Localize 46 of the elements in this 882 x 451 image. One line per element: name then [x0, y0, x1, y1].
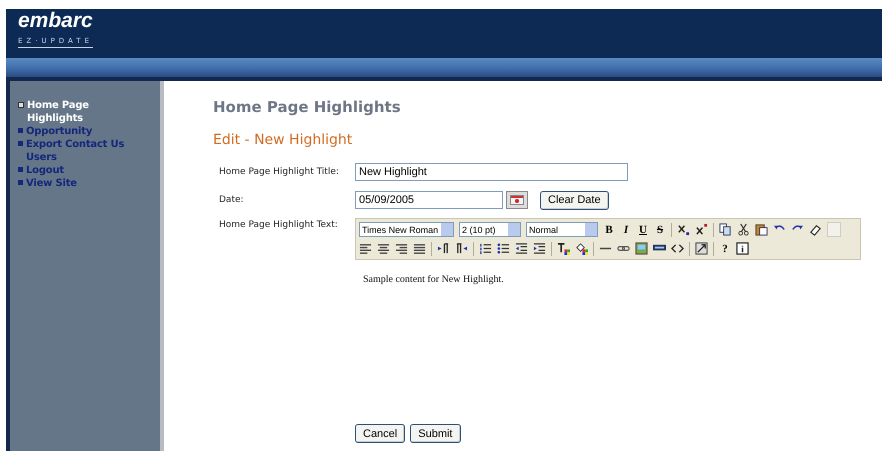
- calendar-button[interactable]: [506, 191, 528, 209]
- justify-icon[interactable]: [413, 242, 426, 255]
- logo: embarc: [18, 9, 94, 33]
- paste-icon[interactable]: [755, 223, 768, 236]
- size-select[interactable]: 2 (10 pt): [459, 222, 521, 237]
- align-right-icon[interactable]: [395, 242, 408, 255]
- font-select[interactable]: Times New Roman: [359, 222, 454, 237]
- left-to-right-icon[interactable]: [437, 242, 450, 255]
- help-button[interactable]: ?: [719, 242, 731, 256]
- field-label: Home Page Highlight Text:: [218, 219, 339, 232]
- cut-icon[interactable]: [737, 223, 750, 236]
- eraser-icon[interactable]: [809, 223, 822, 236]
- submit-button[interactable]: Submit: [410, 424, 460, 443]
- numbered-list-icon[interactable]: [479, 242, 492, 255]
- fullscreen-icon[interactable]: [695, 242, 708, 255]
- field-label: Date:: [218, 194, 245, 207]
- superscript-icon[interactable]: [695, 223, 708, 236]
- sidebar-item[interactable]: Home Page Highlights: [18, 99, 160, 125]
- cancel-button[interactable]: Cancel: [355, 424, 406, 443]
- date-field[interactable]: 05/09/2005: [355, 191, 503, 209]
- fill-color-icon[interactable]: [575, 242, 588, 255]
- page-subtitle: Edit - New Highlight: [213, 132, 354, 150]
- calendar-icon: [510, 195, 524, 205]
- text-color-icon[interactable]: [557, 242, 570, 255]
- image-icon[interactable]: [635, 242, 648, 255]
- strikethrough-button[interactable]: S: [654, 222, 666, 236]
- info-icon[interactable]: [736, 242, 749, 255]
- subscript-icon[interactable]: [677, 223, 690, 236]
- format-select[interactable]: Normal: [526, 222, 598, 237]
- code-icon[interactable]: [671, 242, 684, 255]
- title-field[interactable]: New Highlight: [355, 163, 628, 181]
- copy-icon[interactable]: [719, 223, 732, 236]
- bullet-list-icon[interactable]: [497, 242, 510, 255]
- editor-area[interactable]: Sample content for New Highlight.: [355, 260, 861, 416]
- editor-content: Sample content for New Highlight.: [363, 274, 505, 285]
- bold-button[interactable]: B: [603, 222, 615, 236]
- page-title: Home Page Highlights: [213, 98, 402, 118]
- clear-date-button[interactable]: Clear Date: [540, 190, 609, 210]
- field-label: Home Page Highlight Title:: [218, 166, 340, 179]
- underline-button[interactable]: U: [637, 222, 649, 236]
- outdent-icon[interactable]: [515, 242, 528, 255]
- align-center-icon[interactable]: [377, 242, 390, 255]
- align-left-icon[interactable]: [359, 242, 372, 255]
- italic-button[interactable]: I: [620, 222, 632, 236]
- indent-icon[interactable]: [533, 242, 546, 255]
- right-to-left-icon[interactable]: [455, 242, 468, 255]
